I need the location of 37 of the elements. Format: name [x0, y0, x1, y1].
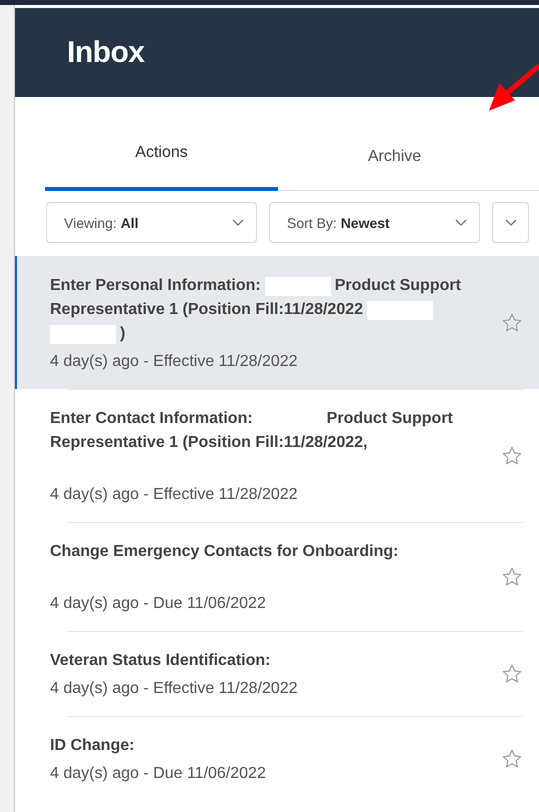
inbox-title: Inbox — [67, 36, 144, 70]
chevron-down-icon — [504, 218, 516, 226]
item-title: Change Emergency Contacts for Onboarding: — [50, 543, 398, 561]
redaction-block — [367, 300, 434, 320]
item-date: 4 day(s) ago - Due 11/06/2022 — [50, 765, 267, 783]
item-title: ) — [120, 325, 126, 343]
item-date: 4 day(s) ago - Effective 11/28/2022 — [50, 680, 299, 698]
star-icon[interactable] — [501, 662, 523, 684]
more-dropdown[interactable] — [492, 202, 529, 243]
item-title: Veteran Status Identification: — [50, 652, 270, 670]
inbox-item[interactable]: Enter Contact Information: Product Support Representative 1 (Position Fill:11/28/2022, 4 day(s) ago - Effective 11/28/2022 — [15, 389, 539, 522]
star-icon[interactable] — [501, 444, 523, 466]
item-date: 4 day(s) ago - Effective 11/28/2022 — [50, 353, 299, 371]
redaction-block — [50, 324, 116, 344]
tab[interactable]: Archive — [278, 127, 511, 191]
item-title: Enter Personal Information: — [50, 277, 261, 295]
redaction-block — [264, 276, 331, 296]
inbox-item[interactable]: ID Change: 4 day(s) ago - Due 11/06/2022 — [15, 716, 539, 801]
item-title: ID Change: — [50, 737, 134, 755]
tab[interactable]: Actions — [45, 127, 278, 191]
chevron-down-icon — [232, 218, 244, 226]
item-title: Representative 1 (Position Fill:11/28/2022, — [50, 434, 368, 452]
item-title: Product Support — [334, 277, 461, 295]
star-icon[interactable] — [501, 748, 523, 770]
filter-dropdown[interactable]: Sort By: Newest — [269, 202, 480, 243]
item-date: 4 day(s) ago - Effective 11/28/2022 — [50, 486, 299, 504]
item-title: Enter Contact Information: — [50, 410, 253, 428]
item-title: Representative 1 (Position Fill:11/28/2022 — [50, 301, 364, 319]
filter-dropdown[interactable]: Viewing: All — [46, 202, 257, 243]
inbox-item[interactable]: Change Emergency Contacts for Onboarding: 4 day(s) ago - Due 11/06/2022 — [15, 522, 539, 631]
inbox-item[interactable]: Enter Personal Information: Product Support Representative 1 (Position Fill:11/28/2022 ) 4 day(s) ago - Effective 11/28/2022 — [15, 256, 539, 389]
star-icon[interactable] — [501, 566, 523, 588]
chevron-down-icon — [455, 218, 467, 226]
item-title: Product Support — [326, 410, 453, 428]
inbox-item[interactable]: Veteran Status Identification: 4 day(s) ago - Effective 11/28/2022 — [15, 631, 539, 716]
star-icon[interactable] — [501, 312, 523, 334]
item-date: 4 day(s) ago - Due 11/06/2022 — [50, 595, 267, 613]
